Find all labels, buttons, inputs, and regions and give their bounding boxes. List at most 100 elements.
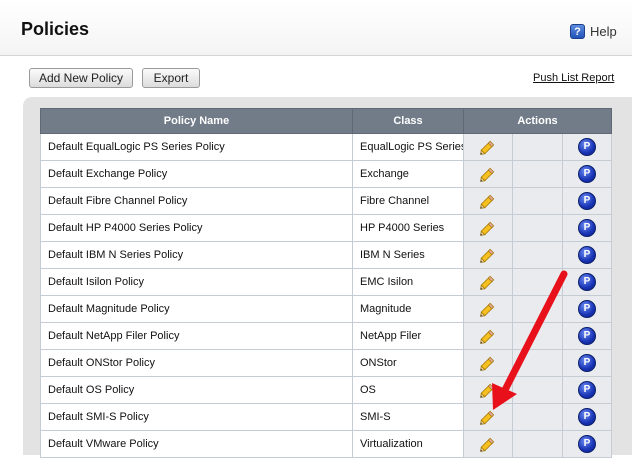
empty-action-cell [512, 295, 563, 323]
help-link[interactable]: ? Help [570, 23, 617, 40]
table-row: Default NetApp Filer Policy NetApp Filer P [40, 322, 612, 350]
push-icon[interactable]: P [578, 354, 596, 372]
pencil-icon[interactable] [479, 408, 497, 426]
class-cell: Magnitude [352, 295, 464, 323]
pencil-icon[interactable] [479, 138, 497, 156]
pencil-icon[interactable] [479, 354, 497, 372]
edit-cell [463, 430, 513, 458]
column-header-actions: Actions [463, 108, 612, 134]
pencil-icon[interactable] [479, 300, 497, 318]
help-label[interactable]: Help [590, 24, 617, 39]
policy-name-cell[interactable]: Default ONStor Policy [40, 349, 353, 377]
push-icon[interactable]: P [578, 165, 596, 183]
class-cell: NetApp Filer [352, 322, 464, 350]
class-cell: OS [352, 376, 464, 404]
policy-name-cell[interactable]: Default NetApp Filer Policy [40, 322, 353, 350]
edit-cell [463, 322, 513, 350]
push-cell: P [562, 241, 612, 269]
pencil-icon[interactable] [479, 165, 497, 183]
edit-cell [463, 133, 513, 161]
empty-action-cell [512, 268, 563, 296]
push-list-report-link[interactable]: Push List Report [533, 72, 614, 84]
edit-cell [463, 214, 513, 242]
edit-cell [463, 187, 513, 215]
class-cell: EMC Isilon [352, 268, 464, 296]
pencil-icon[interactable] [479, 246, 497, 264]
push-icon[interactable]: P [578, 435, 596, 453]
policy-name-cell[interactable]: Default Magnitude Policy [40, 295, 353, 323]
policy-name-cell[interactable]: Default IBM N Series Policy [40, 241, 353, 269]
class-cell: ONStor [352, 349, 464, 377]
pencil-icon[interactable] [479, 435, 497, 453]
policy-name-cell[interactable]: Default OS Policy [40, 376, 353, 404]
pencil-icon[interactable] [479, 327, 497, 345]
add-new-policy-button[interactable]: Add New Policy [29, 68, 133, 88]
push-cell: P [562, 268, 612, 296]
table-row: Default Magnitude Policy Magnitude P [40, 295, 612, 323]
empty-action-cell [512, 187, 563, 215]
push-cell: P [562, 349, 612, 377]
policy-name-cell[interactable]: Default SMI-S Policy [40, 403, 353, 431]
empty-action-cell [512, 160, 563, 188]
table-row: Default OS Policy OS P [40, 376, 612, 404]
edit-cell [463, 241, 513, 269]
push-cell: P [562, 376, 612, 404]
empty-action-cell [512, 241, 563, 269]
policies-table: Policy Name Class Actions Default EqualL… [40, 108, 612, 458]
table-row: Default VMware Policy Virtualization P [40, 430, 612, 458]
table-row: Default Fibre Channel Policy Fibre Channe… [40, 187, 612, 215]
edit-cell [463, 376, 513, 404]
policy-name-cell[interactable]: Default Exchange Policy [40, 160, 353, 188]
pencil-icon[interactable] [479, 219, 497, 237]
table-row: Default SMI-S Policy SMI-S P [40, 403, 612, 431]
push-cell: P [562, 160, 612, 188]
push-icon[interactable]: P [578, 192, 596, 210]
edit-cell [463, 268, 513, 296]
empty-action-cell [512, 133, 563, 161]
class-cell: SMI-S [352, 403, 464, 431]
pencil-icon[interactable] [479, 381, 497, 399]
table-row: Default EqualLogic PS Series Policy Equal… [40, 133, 612, 161]
table-row: Default ONStor Policy ONStor P [40, 349, 612, 377]
push-icon[interactable]: P [578, 219, 596, 237]
column-header-class[interactable]: Class [352, 108, 464, 134]
class-cell: HP P4000 Series [352, 214, 464, 242]
edit-cell [463, 349, 513, 377]
pencil-icon[interactable] [479, 192, 497, 210]
table-header-row: Policy Name Class Actions [40, 108, 612, 134]
policy-name-cell[interactable]: Default VMware Policy [40, 430, 353, 458]
push-cell: P [562, 133, 612, 161]
edit-cell [463, 403, 513, 431]
edit-cell [463, 160, 513, 188]
table-row: Default Isilon Policy EMC Isilon P [40, 268, 612, 296]
push-icon[interactable]: P [578, 138, 596, 156]
policy-name-cell[interactable]: Default EqualLogic PS Series Policy [40, 133, 353, 161]
push-icon[interactable]: P [578, 327, 596, 345]
push-icon[interactable]: P [578, 408, 596, 426]
column-header-policy-name[interactable]: Policy Name [40, 108, 353, 134]
empty-action-cell [512, 322, 563, 350]
export-button[interactable]: Export [142, 68, 200, 88]
policy-name-cell[interactable]: Default HP P4000 Series Policy [40, 214, 353, 242]
push-cell: P [562, 430, 612, 458]
pencil-icon[interactable] [479, 273, 497, 291]
push-cell: P [562, 214, 612, 242]
empty-action-cell [512, 430, 563, 458]
push-cell: P [562, 187, 612, 215]
page-header: Policies ? Help [0, 0, 632, 56]
question-icon[interactable]: ? [570, 24, 585, 39]
push-icon[interactable]: P [578, 300, 596, 318]
class-cell: EqualLogic PS Series [352, 133, 464, 161]
policy-name-cell[interactable]: Default Isilon Policy [40, 268, 353, 296]
class-cell: Fibre Channel [352, 187, 464, 215]
table-row: Default Exchange Policy Exchange P [40, 160, 612, 188]
empty-action-cell [512, 214, 563, 242]
push-icon[interactable]: P [578, 246, 596, 264]
policy-name-cell[interactable]: Default Fibre Channel Policy [40, 187, 353, 215]
table-row: Default IBM N Series Policy IBM N Series P [40, 241, 612, 269]
edit-cell [463, 295, 513, 323]
push-icon[interactable]: P [578, 273, 596, 291]
push-cell: P [562, 295, 612, 323]
push-cell: P [562, 403, 612, 431]
push-icon[interactable]: P [578, 381, 596, 399]
